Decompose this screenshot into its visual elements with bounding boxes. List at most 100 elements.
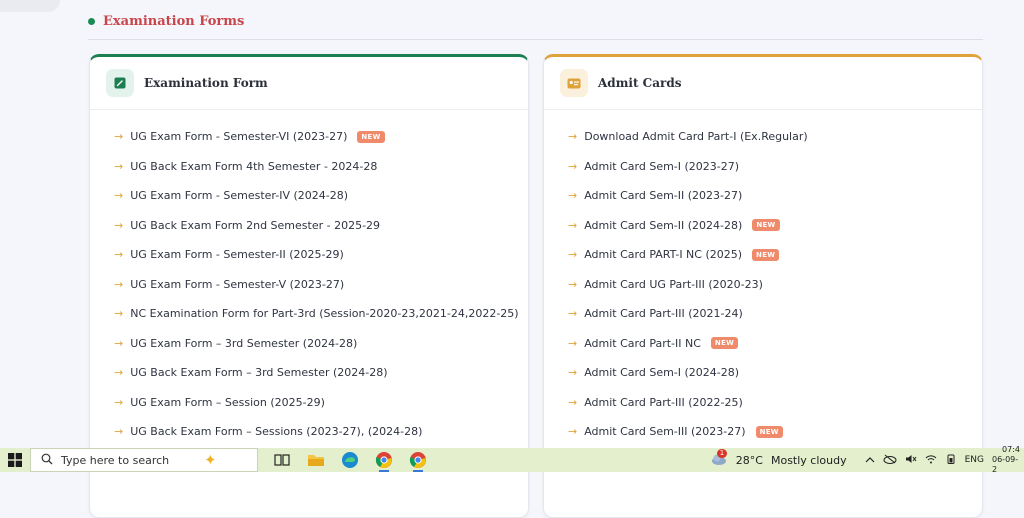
item-link[interactable]: Admit Card Sem-III (2023-27) (584, 425, 745, 438)
item-link[interactable]: UG Back Exam Form – Sessions (2023-27), … (130, 425, 422, 438)
arrow-right-icon: → (114, 366, 124, 379)
list-item[interactable]: → Download Admit Card Part-I (Ex.Regular) (568, 130, 808, 143)
arrow-right-icon: → (568, 307, 578, 320)
card-header: Admit Cards (544, 57, 982, 110)
taskbar-apps (272, 450, 428, 472)
list-item[interactable]: → Admit Card Part-II NC NEW (568, 337, 739, 350)
item-link[interactable]: Admit Card Sem-II (2023-27) (584, 189, 742, 202)
list-item[interactable]: → Admit Card UG Part-III (2020-23) (568, 278, 763, 291)
list-item[interactable]: → Admit Card Sem-I (2023-27) (568, 160, 739, 173)
item-link[interactable]: UG Back Exam Form 2nd Semester - 2025-29 (130, 219, 380, 232)
list-item[interactable]: → Admit Card Sem-I (2024-28) (568, 366, 739, 379)
item-link[interactable]: NC Examination Form for Part-3rd (Sessio… (130, 307, 518, 320)
arrow-right-icon: → (114, 425, 124, 438)
item-link[interactable]: Admit Card Part-II NC (584, 337, 701, 350)
list-item[interactable]: → UG Back Exam Form – 3rd Semester (2024-… (114, 366, 388, 379)
list-item[interactable]: → UG Exam Form - Semester-II (2025-29) (114, 248, 344, 261)
list-item[interactable]: → Admit Card Part-III (2021-24) (568, 307, 743, 320)
item-link[interactable]: Admit Card Sem-II (2024-28) (584, 219, 742, 232)
list-item[interactable]: → UG Back Exam Form 2nd Semester - 2025-2… (114, 219, 380, 232)
item-link[interactable]: UG Exam Form – Session (2025-29) (130, 396, 325, 409)
item-link[interactable]: UG Exam Form - Semester-VI (2023-27) (130, 130, 347, 143)
clock-date: 06-09-2 (992, 455, 1019, 474)
weather-badge: 1 (716, 448, 728, 458)
list-item[interactable]: → UG Exam Form – Session (2025-29) (114, 396, 325, 409)
list-item[interactable]: → Admit Card Sem-II (2024-28) NEW (568, 219, 780, 232)
item-link[interactable]: UG Exam Form - Semester-V (2023-27) (130, 278, 344, 291)
cloud-offline-icon[interactable] (883, 454, 897, 467)
arrow-right-icon: → (114, 395, 124, 409)
list-item[interactable]: → Admit Card Part-III (2022-25) (568, 396, 743, 409)
clock-time: 07:4 (1002, 445, 1020, 454)
chevron-up-icon[interactable] (865, 454, 875, 467)
temperature[interactable]: 28°C (736, 454, 763, 467)
list-item[interactable]: → UG Back Exam Form – Sessions (2023-27),… (114, 425, 422, 438)
item-link[interactable]: Admit Card Part-III (2021-24) (584, 307, 743, 320)
item-link[interactable]: Admit Card Sem-I (2024-28) (584, 366, 739, 379)
new-badge: NEW (752, 248, 780, 261)
arrow-right-icon: → (568, 395, 578, 409)
arrow-right-icon: → (114, 130, 124, 143)
item-link[interactable]: UG Exam Form – 3rd Semester (2024-28) (130, 337, 357, 350)
search-icon (41, 453, 53, 468)
arrow-right-icon: → (114, 248, 124, 261)
new-badge: NEW (752, 219, 780, 231)
arrow-right-icon: → (568, 218, 578, 232)
arrow-right-icon: → (114, 277, 124, 291)
list-item[interactable]: → Admit Card Sem-III (2023-27) NEW (568, 425, 783, 438)
item-link[interactable]: UG Back Exam Form 4th Semester - 2024-28 (130, 160, 377, 173)
edge-browser-icon[interactable] (340, 450, 360, 470)
item-link[interactable]: UG Exam Form - Semester-IV (2024-28) (130, 189, 348, 202)
arrow-right-icon: → (568, 277, 578, 291)
arrow-right-icon: → (568, 130, 578, 143)
top-decoration (0, 0, 60, 12)
file-explorer-icon[interactable] (306, 450, 326, 470)
new-badge: NEW (755, 425, 783, 438)
new-badge: NEW (710, 337, 739, 349)
item-link[interactable]: UG Back Exam Form – 3rd Semester (2024-2… (130, 366, 387, 379)
arrow-right-icon: → (114, 336, 124, 350)
item-link[interactable]: Admit Card Sem-I (2023-27) (584, 160, 739, 173)
search-placeholder: Type here to search (61, 453, 170, 467)
section-title: Examination Forms (103, 14, 245, 29)
battery-icon[interactable] (945, 454, 957, 467)
arrow-right-icon: → (568, 189, 578, 202)
speaker-muted-icon[interactable] (905, 454, 917, 467)
pencil-square-icon (106, 69, 134, 97)
sparkle-icon[interactable]: ✦ (204, 451, 217, 469)
item-link[interactable]: Download Admit Card Part-I (Ex.Regular) (584, 130, 807, 143)
list-item[interactable]: → UG Exam Form - Semester-V (2023-27) (114, 278, 344, 291)
taskbar-search-box[interactable]: Type here to search (30, 448, 258, 472)
arrow-right-icon: → (568, 159, 578, 173)
item-link[interactable]: Admit Card Part-III (2022-25) (584, 396, 743, 409)
chrome-browser-icon[interactable] (408, 450, 428, 472)
list-item[interactable]: → UG Exam Form – 3rd Semester (2024-28) (114, 337, 357, 350)
task-view-icon[interactable] (272, 450, 292, 470)
list-item[interactable]: → UG Exam Form - Semester-VI (2023-27) NEW (114, 130, 385, 143)
arrow-right-icon: → (568, 248, 578, 261)
arrow-right-icon: → (568, 425, 578, 438)
system-tray: 1 28°C Mostly cloudy ENG 07:4 06-09-2 (710, 445, 1024, 475)
chrome-browser-icon[interactable] (374, 450, 394, 472)
list-item[interactable]: → NC Examination Form for Part-3rd (Sessi… (114, 307, 519, 320)
list-item[interactable]: → UG Back Exam Form 4th Semester - 2024-2… (114, 160, 377, 173)
list-item[interactable]: → UG Exam Form - Semester-IV (2024-28) (114, 189, 348, 202)
item-link[interactable]: UG Exam Form - Semester-II (2025-29) (130, 248, 344, 261)
arrow-right-icon: → (114, 218, 124, 232)
arrow-right-icon: → (114, 307, 124, 320)
wifi-icon[interactable] (925, 454, 937, 467)
clock[interactable]: 07:4 06-09-2 (992, 445, 1020, 475)
weather-cloud-icon[interactable]: 1 (710, 448, 728, 469)
item-link[interactable]: Admit Card PART-I NC (2025) (584, 248, 742, 261)
windows-taskbar: Type here to search ✦ 1 28°C Mostly clou… (0, 445, 1024, 475)
list-item[interactable]: → Admit Card Sem-II (2023-27) (568, 189, 742, 202)
new-badge: NEW (357, 130, 385, 143)
windows-start-icon[interactable] (0, 448, 30, 472)
item-link[interactable]: Admit Card UG Part-III (2020-23) (584, 278, 763, 291)
card-header: Examination Form (90, 57, 528, 110)
weather-text[interactable]: Mostly cloudy (771, 454, 847, 467)
arrow-right-icon: → (114, 189, 124, 202)
list-item[interactable]: → Admit Card PART-I NC (2025) NEW (568, 248, 780, 261)
arrow-right-icon: → (568, 366, 578, 379)
language-indicator[interactable]: ENG (965, 455, 984, 465)
